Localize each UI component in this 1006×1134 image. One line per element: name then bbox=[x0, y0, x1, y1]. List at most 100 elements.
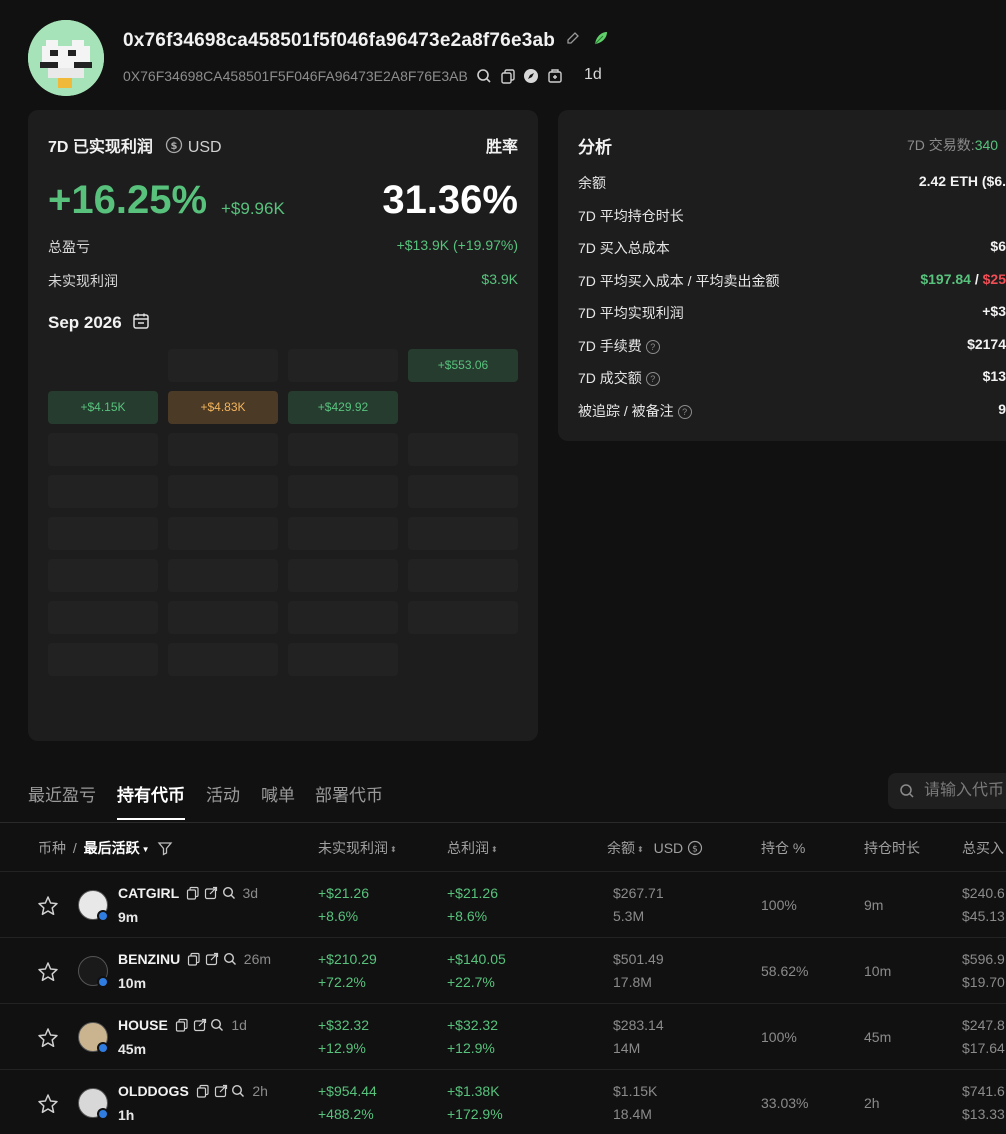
col-last-active[interactable]: 最后活跃 bbox=[84, 840, 140, 856]
star-icon[interactable] bbox=[37, 895, 59, 920]
calendar-day-cell[interactable] bbox=[288, 433, 398, 466]
sort-icon[interactable]: ⬍ bbox=[390, 845, 397, 854]
calendar-day-cell[interactable]: +$553.06 bbox=[408, 349, 518, 382]
calendar-day-cell[interactable]: +$4.83K bbox=[168, 391, 278, 424]
calendar-day-cell[interactable] bbox=[48, 601, 158, 634]
calendar-day-cell[interactable] bbox=[168, 349, 278, 382]
last-active-time: 45m bbox=[118, 1041, 147, 1057]
share-icon[interactable] bbox=[204, 886, 218, 903]
calendar-day-cell[interactable] bbox=[168, 643, 278, 676]
currency-switch-icon[interactable]: $ bbox=[687, 840, 703, 859]
calendar-day-cell[interactable] bbox=[408, 559, 518, 592]
total-buy-avg: $13.33 bbox=[962, 1106, 1005, 1122]
search-icon[interactable] bbox=[231, 1084, 245, 1101]
edit-pencil-icon[interactable] bbox=[565, 30, 581, 52]
token-name[interactable]: HOUSE bbox=[118, 1017, 168, 1033]
share-icon[interactable] bbox=[193, 1018, 207, 1035]
col-hold-time[interactable]: 持仓时长 bbox=[864, 838, 920, 858]
copy-icon[interactable] bbox=[187, 952, 201, 969]
sort-icon[interactable]: ⬍ bbox=[491, 845, 498, 854]
stat-label: 7D 买入总成本 bbox=[578, 240, 670, 256]
stat-label: 7D 平均买入成本 / 平均卖出金额 bbox=[578, 273, 780, 289]
star-icon[interactable] bbox=[37, 1093, 59, 1118]
calendar-icon[interactable] bbox=[132, 312, 150, 335]
calendar-day-cell[interactable] bbox=[288, 643, 398, 676]
calendar-day-cell[interactable] bbox=[48, 475, 158, 508]
explorer-compass-icon[interactable] bbox=[523, 68, 539, 87]
calendar-day-cell[interactable] bbox=[168, 517, 278, 550]
tab-deployed-tokens[interactable]: 部署代币 bbox=[315, 781, 383, 806]
total-buy-usd: $240.6 bbox=[962, 885, 1005, 901]
sort-icon[interactable]: ⬍ bbox=[637, 845, 644, 854]
copy-icon[interactable] bbox=[196, 1084, 210, 1101]
unrealized-profit: +$210.29 bbox=[318, 951, 377, 967]
col-unrealized[interactable]: 未实现利润 ⬍ bbox=[318, 838, 397, 858]
table-row[interactable]: CATGIRL 3d 9m +$21.26 +8.6% +$21.26 +8.6… bbox=[0, 871, 1006, 937]
token-name[interactable]: BENZINU bbox=[118, 951, 180, 967]
star-icon[interactable] bbox=[37, 961, 59, 986]
token-name[interactable]: CATGIRL bbox=[118, 885, 179, 901]
share-icon[interactable] bbox=[214, 1084, 228, 1101]
copy-icon[interactable] bbox=[500, 68, 516, 87]
currency-switch-icon[interactable]: $ bbox=[165, 136, 183, 159]
filter-icon[interactable] bbox=[157, 840, 173, 859]
hold-time: 10m bbox=[864, 963, 892, 979]
calendar-day-cell[interactable] bbox=[168, 601, 278, 634]
token-search-box[interactable] bbox=[888, 773, 1006, 809]
tx-count-label: 7D 交易数: bbox=[907, 137, 975, 153]
calendar-day-cell[interactable] bbox=[48, 517, 158, 550]
calendar-day-cell[interactable] bbox=[408, 517, 518, 550]
share-icon[interactable] bbox=[205, 952, 219, 969]
tab-holdings[interactable]: 持有代币 bbox=[117, 781, 185, 806]
table-row[interactable]: BENZINU 26m 10m +$210.29 +72.2% +$140.05… bbox=[0, 937, 1006, 1003]
calendar-day-cell[interactable] bbox=[48, 559, 158, 592]
pnl-title-text: 7D 已实现利润 bbox=[48, 139, 153, 156]
stat-label: 7D 平均实现利润 bbox=[578, 305, 684, 321]
token-name[interactable]: OLDDOGS bbox=[118, 1083, 189, 1099]
token-age: 1d bbox=[231, 1017, 247, 1033]
calendar-day-cell[interactable] bbox=[168, 559, 278, 592]
calendar-day-cell[interactable] bbox=[408, 433, 518, 466]
calendar-day-cell[interactable] bbox=[168, 433, 278, 466]
calendar-day-cell[interactable] bbox=[288, 517, 398, 550]
table-row[interactable]: OLDDOGS 2h 1h +$954.44 +488.2% +$1.38K +… bbox=[0, 1069, 1006, 1134]
help-icon[interactable]: ? bbox=[677, 405, 692, 420]
position-pct: 58.62% bbox=[761, 963, 809, 979]
col-balance[interactable]: 余额 ⬍ USD $ bbox=[607, 838, 703, 859]
calendar-day-cell[interactable] bbox=[168, 475, 278, 508]
table-row[interactable]: HOUSE 1d 45m +$32.32 +12.9% +$32.32 +12.… bbox=[0, 1003, 1006, 1069]
token-search-input[interactable] bbox=[924, 779, 1006, 803]
help-icon[interactable]: ? bbox=[645, 372, 660, 387]
tab-calls[interactable]: 喊单 bbox=[261, 781, 295, 806]
col-coin-label[interactable]: 币种 bbox=[38, 840, 66, 856]
calendar-day-cell[interactable] bbox=[288, 559, 398, 592]
col-position-pct[interactable]: 持仓 % bbox=[761, 838, 805, 858]
copy-icon[interactable] bbox=[186, 886, 200, 903]
sort-desc-icon[interactable]: ▼ bbox=[142, 845, 150, 854]
col-balance-currency[interactable]: USD bbox=[654, 840, 684, 856]
help-icon[interactable]: ? bbox=[645, 340, 660, 355]
stat-label: 余额 bbox=[578, 175, 606, 191]
calendar-day-cell[interactable] bbox=[48, 643, 158, 676]
tab-recent-pnl[interactable]: 最近盈亏 bbox=[28, 781, 96, 806]
currency-label[interactable]: USD bbox=[188, 139, 222, 156]
calendar-day-cell[interactable] bbox=[288, 475, 398, 508]
star-icon[interactable] bbox=[37, 1027, 59, 1052]
col-total-profit[interactable]: 总利润 ⬍ bbox=[447, 838, 498, 858]
calendar-day-cell[interactable]: +$429.92 bbox=[288, 391, 398, 424]
search-icon[interactable] bbox=[223, 952, 237, 969]
tab-activity[interactable]: 活动 bbox=[206, 781, 240, 806]
search-icon[interactable] bbox=[222, 886, 236, 903]
unrealized-profit-pct: +488.2% bbox=[318, 1106, 374, 1122]
calendar-day-cell[interactable]: +$4.15K bbox=[48, 391, 158, 424]
search-icon[interactable] bbox=[476, 68, 492, 87]
search-icon[interactable] bbox=[210, 1018, 224, 1035]
calendar-day-cell[interactable] bbox=[288, 601, 398, 634]
calendar-day-cell[interactable] bbox=[408, 601, 518, 634]
calendar-day-cell[interactable] bbox=[288, 349, 398, 382]
calendar-day-cell[interactable] bbox=[48, 433, 158, 466]
calendar-day-cell[interactable] bbox=[408, 475, 518, 508]
copy-icon[interactable] bbox=[175, 1018, 189, 1035]
calendar-month[interactable]: Sep 2026 bbox=[48, 312, 150, 335]
col-total-buy[interactable]: 总买入 bbox=[962, 838, 1004, 858]
